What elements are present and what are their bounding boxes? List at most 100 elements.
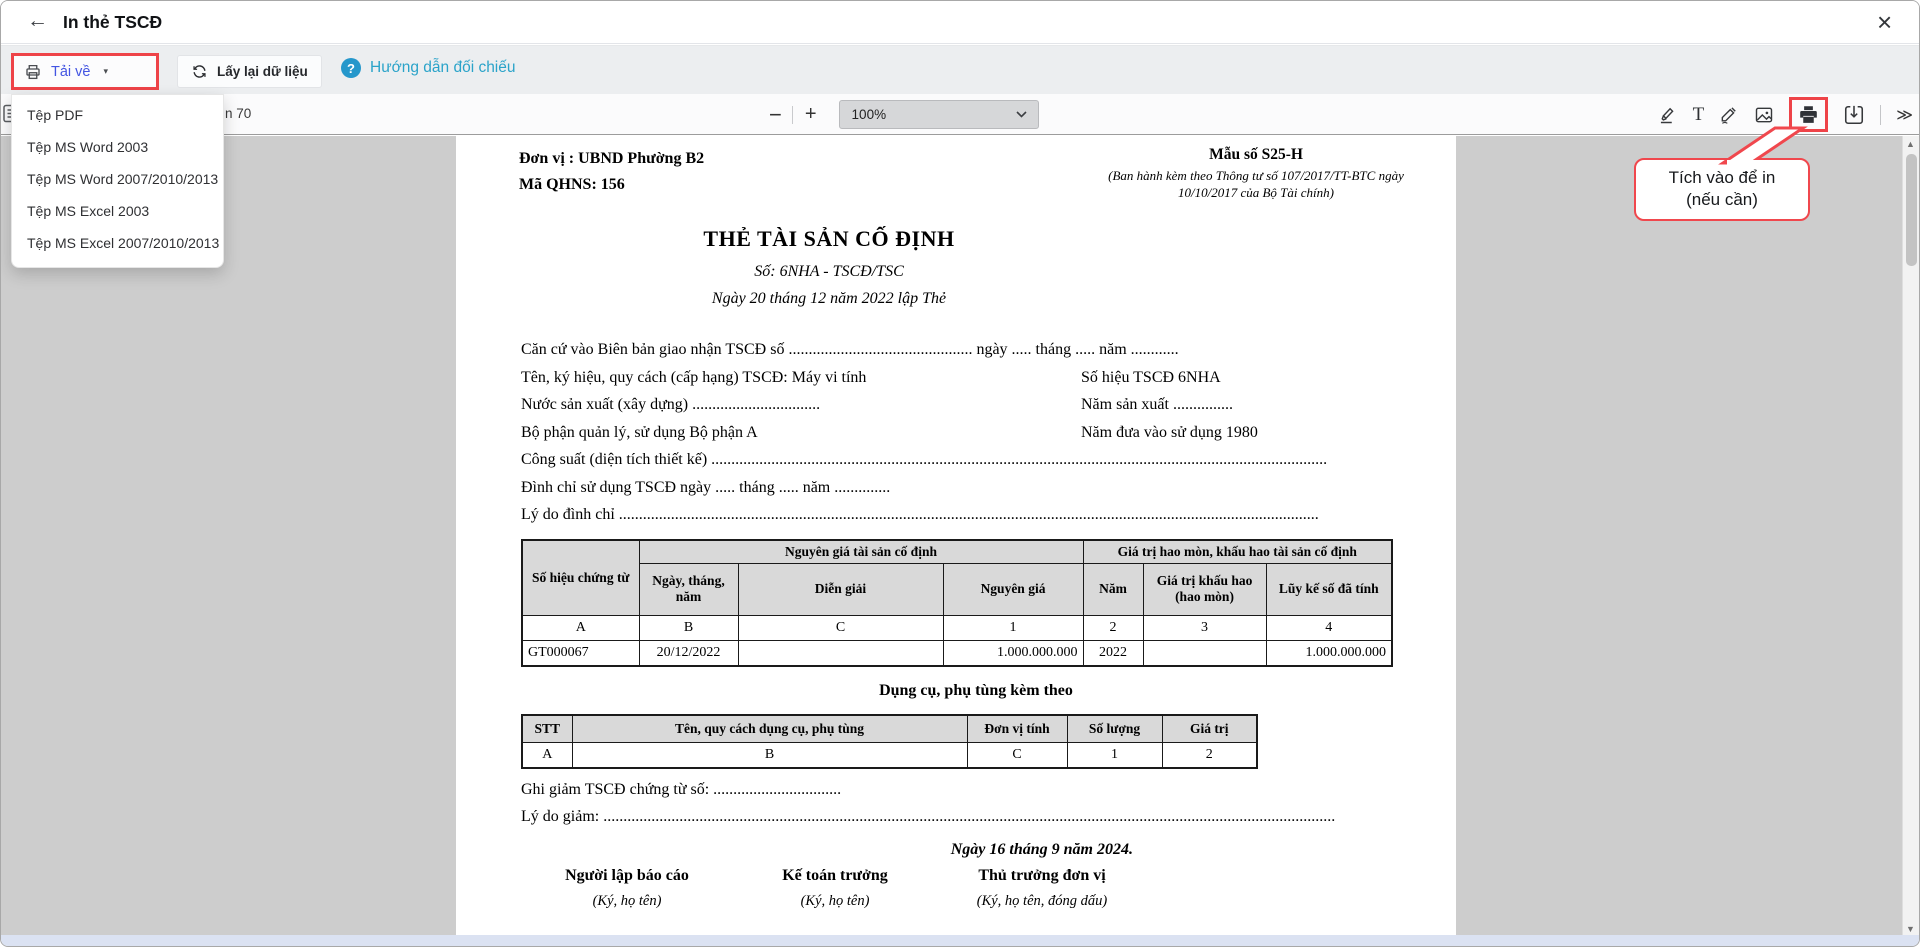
zoom-level-value: 100% [851, 107, 887, 122]
viewer-toolbar: n 70 − + 100% T ≫ [1, 94, 1919, 135]
download-menu: Tệp PDF Tệp MS Word 2003 Tệp MS Word 200… [11, 94, 224, 268]
pen-icon[interactable] [1719, 105, 1739, 125]
horizontal-scrollbar[interactable] [1, 935, 1919, 946]
letter-cell: 4 [1265, 614, 1393, 641]
sign-date-line: Ngày 16 tháng 9 năm 2024. [950, 841, 1133, 858]
acc-col-stt: STT [521, 714, 573, 743]
org-code: Mã QHNS: 156 [519, 176, 625, 193]
signature-title: Người lập báo cáo [565, 867, 689, 884]
menu-item-excel-2003[interactable]: Tệp MS Excel 2003 [12, 195, 223, 227]
signature-unit-head: Thủ trưởng đơn vị (Ký, họ tên, đóng dấu) [931, 867, 1153, 910]
line-use-year: Năm đưa vào sử dụng 1980 [1081, 423, 1258, 441]
accessories-table: STT Tên, quy cách dụng cụ, phụ tùng Đơn … [521, 714, 1258, 769]
zoom-in-button[interactable]: + [793, 103, 829, 126]
chevron-down-icon: ▾ [103, 66, 109, 76]
letter-cell: B [638, 614, 739, 641]
highlighter-icon[interactable] [1658, 105, 1678, 125]
signature-note: (Ký, họ tên) [800, 893, 870, 909]
refresh-icon [191, 63, 208, 80]
menu-item-pdf[interactable]: Tệp PDF [12, 99, 223, 131]
line-department: Bộ phận quản lý, sử dụng Bộ phận A [521, 423, 758, 441]
window-titlebar: ← In thẻ TSCĐ × [1, 1, 1919, 44]
action-toolbar: Tải về ▾ Lấy lại dữ liệu ? Hướng dẫn đối… [1, 45, 1919, 94]
document-created-date: Ngày 20 tháng 12 năm 2022 lập Thẻ [711, 290, 947, 307]
vertical-scrollbar[interactable]: ▲ ▼ [1902, 136, 1919, 937]
image-icon[interactable] [1754, 105, 1774, 125]
letter-cell: C [966, 741, 1068, 769]
line-suspend: Đình chỉ sử dụng TSCĐ ngày ..... tháng .… [521, 478, 891, 496]
document-title-zone: THẺ TÀI SẢN CỐ ĐỊNH Số: 6NHA - TSCĐ/TSC … [521, 226, 1137, 308]
acc-col-name: Tên, quy cách dụng cụ, phụ tùng [571, 714, 968, 743]
scroll-up-icon[interactable]: ▲ [1906, 139, 1915, 149]
letter-row: A B C 1 2 3 4 [521, 614, 1393, 641]
line-handover: Căn cứ vào Biên bản giao nhận TSCĐ số ..… [521, 341, 1179, 358]
org-unit: Đơn vị : UBND Phường B2 [519, 150, 705, 167]
line-asset-name: Tên, ký hiệu, quy cách (cấp hạng) TSCĐ: … [521, 368, 867, 386]
cell-date: 20/12/2022 [638, 639, 739, 667]
print-callout: Tích vào để in (nếu cần) [1634, 158, 1810, 221]
back-arrow-icon[interactable]: ← [27, 9, 48, 33]
accessories-heading: Dụng cụ, phụ tùng kèm theo [879, 682, 1073, 699]
group-header-depreciation: Giá trị hao mòn, khấu hao tài sản cố địn… [1082, 539, 1393, 564]
zoom-controls: − + 100% [759, 100, 1039, 129]
issued-line-2: 10/10/2017 của Bộ Tài chính) [1178, 185, 1334, 200]
issued-line-1: (Ban hành kèm theo Thông tư số 107/2017/… [1108, 168, 1404, 183]
table-row: GT000067 20/12/2022 1.000.000.000 2022 1… [521, 639, 1393, 667]
letter-cell: 3 [1142, 614, 1267, 641]
cell-year: 2022 [1082, 639, 1144, 667]
signature-note: (Ký, họ tên) [592, 893, 662, 909]
letter-cell: 1 [1066, 741, 1163, 769]
divider [1880, 104, 1882, 125]
col-header-date: Ngày, tháng, năm [638, 562, 739, 616]
col-header-dep-accum: Lũy kế số đã tính [1265, 562, 1393, 616]
acc-col-unit: Đơn vị tính [966, 714, 1068, 743]
page-count-fragment: n 70 [225, 106, 252, 121]
letter-cell: 2 [1082, 614, 1144, 641]
letter-cell: C [737, 614, 944, 641]
menu-item-excel-2007[interactable]: Tệp MS Excel 2007/2010/2013 [12, 227, 223, 259]
document-header: Đơn vị : UBND Phường B2 Mã QHNS: 156 Mẫu… [519, 146, 1426, 201]
line-decrease-reason: Lý do giảm: ............................… [521, 808, 1336, 825]
document-title: THẺ TÀI SẢN CỐ ĐỊNH [703, 226, 955, 251]
download-button[interactable]: Tải về ▾ [14, 63, 156, 81]
cell-doc-no: GT000067 [521, 639, 640, 667]
line-capacity: Công suất (diện tích thiết kế) .........… [521, 451, 1328, 468]
col-header-dep-value: Giá trị khấu hao (hao mòn) [1142, 562, 1267, 616]
print-icon[interactable] [1798, 104, 1819, 125]
callout-line-2: (nếu cần) [1686, 190, 1758, 209]
document-number: Số: 6NHA - TSCĐ/TSC [754, 263, 904, 280]
signature-title: Thủ trưởng đơn vị [978, 867, 1106, 884]
col-header-desc: Diễn giải [737, 562, 944, 616]
scrollbar-thumb[interactable] [1906, 154, 1917, 266]
zoom-level-select[interactable]: 100% [838, 100, 1039, 129]
acc-col-value: Giá trị [1161, 714, 1258, 743]
window-title: In thẻ TSCĐ [63, 12, 163, 32]
guide-link[interactable]: ? Hướng dẫn đối chiếu [341, 58, 516, 78]
scroll-down-icon[interactable]: ▼ [1906, 924, 1915, 934]
zoom-out-button[interactable]: − [759, 102, 792, 128]
document-page: Đơn vị : UBND Phường B2 Mã QHNS: 156 Mẫu… [456, 136, 1456, 939]
menu-item-word-2003[interactable]: Tệp MS Word 2003 [12, 131, 223, 163]
download-file-icon[interactable] [1843, 104, 1865, 126]
cell-dep-accum: 1.000.000.000 [1265, 639, 1393, 667]
guide-link-label: Hướng dẫn đối chiếu [370, 59, 516, 76]
org-block: Đơn vị : UBND Phường B2 Mã QHNS: 156 [519, 146, 704, 201]
more-tools-icon[interactable]: ≫ [1896, 105, 1913, 125]
refresh-data-button[interactable]: Lấy lại dữ liệu [177, 55, 322, 88]
acc-col-qty: Số lượng [1066, 714, 1163, 743]
text-tool-icon[interactable]: T [1693, 104, 1705, 126]
col-header-cost: Nguyên giá [942, 562, 1084, 616]
signature-chief-accountant: Kế toán trưởng (Ký, họ tên) [724, 867, 946, 910]
close-icon[interactable]: × [1877, 7, 1892, 38]
download-highlight-box: Tải về ▾ [11, 53, 159, 90]
cell-cost: 1.000.000.000 [942, 639, 1084, 667]
col-header-doc-no: Số hiệu chứng từ [521, 539, 640, 616]
line-asset-code: Số hiệu TSCĐ 6NHA [1081, 368, 1221, 386]
line-decrease: Ghi giảm TSCĐ chứng từ số: .............… [521, 781, 842, 798]
callout-tail [1718, 126, 1808, 165]
letter-cell: B [571, 741, 968, 769]
asset-value-table: Số hiệu chứng từ Nguyên giá tài sản cố đ… [521, 539, 1394, 667]
group-header-cost: Nguyên giá tài sản cố định [638, 539, 1084, 564]
col-header-year: Năm [1082, 562, 1144, 616]
menu-item-word-2007[interactable]: Tệp MS Word 2007/2010/2013 [12, 163, 223, 195]
